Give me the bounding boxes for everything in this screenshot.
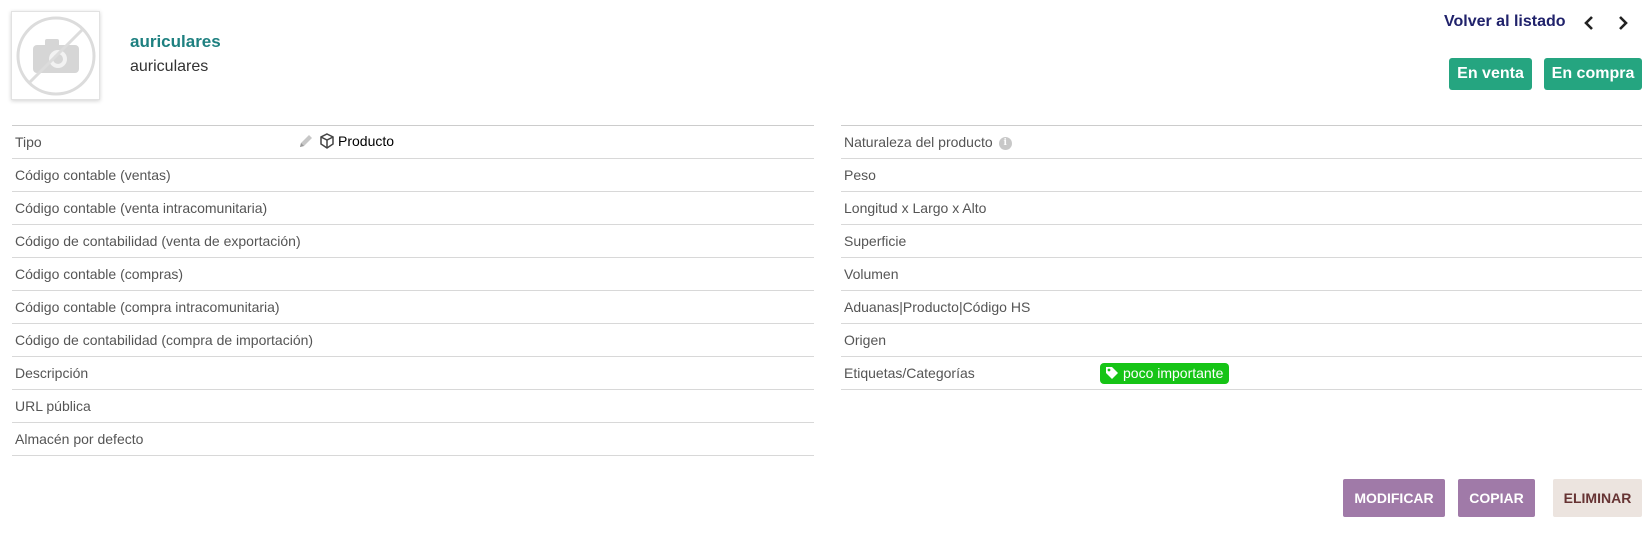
status-buy-button[interactable]: En compra: [1544, 58, 1642, 90]
field-label: Naturaleza del producto: [844, 134, 993, 150]
field-label: Código contable (compras): [15, 266, 184, 282]
field-row-type: Tipo Producto: [12, 126, 814, 159]
pencil-edit-icon[interactable]: [298, 133, 314, 149]
field-row-nature: Naturaleza del producto i: [841, 126, 1642, 159]
field-label: Tipo: [15, 134, 42, 150]
field-label: Volumen: [844, 266, 899, 282]
chevron-right-icon: [1619, 16, 1628, 30]
field-label: Almacén por defecto: [15, 431, 144, 447]
type-value: Producto: [338, 133, 395, 149]
field-row-accountancy-sell-export: Código de contabilidad (venta de exporta…: [12, 225, 814, 258]
back-to-list-link[interactable]: Volver al listado: [1444, 13, 1566, 31]
field-label: Origen: [844, 332, 887, 348]
field-row-customs-code: Aduanas|Producto|Código HS: [841, 291, 1642, 324]
field-label: Código contable (venta intracomunitaria): [15, 200, 268, 216]
field-value-type: Producto: [298, 133, 394, 149]
product-cube-icon: [320, 133, 334, 149]
field-label: Peso: [844, 167, 876, 183]
field-row-accountancy-buy-intra: Código contable (compra intracomunitaria…: [12, 291, 814, 324]
field-label: Código de contabilidad (venta de exporta…: [15, 233, 301, 249]
next-record-button[interactable]: [1612, 12, 1634, 34]
product-photo-placeholder: [11, 11, 100, 100]
right-field-table: Naturaleza del producto i Peso Longitud x…: [841, 125, 1642, 390]
delete-button[interactable]: ELIMINAR: [1553, 479, 1642, 517]
status-sell-button[interactable]: En venta: [1449, 58, 1532, 90]
field-label: URL pública: [15, 398, 91, 414]
category-tag-label: poco importante: [1123, 365, 1224, 381]
field-row-volume: Volumen: [841, 258, 1642, 291]
field-row-public-url: URL pública: [12, 390, 814, 423]
field-row-surface: Superficie: [841, 225, 1642, 258]
field-row-weight: Peso: [841, 159, 1642, 192]
field-row-default-warehouse: Almacén por defecto: [12, 423, 814, 456]
copy-button[interactable]: COPIAR: [1458, 479, 1535, 517]
field-label: Etiquetas/Categorías: [844, 365, 975, 381]
field-label: Longitud x Largo x Alto: [844, 200, 987, 216]
field-row-description: Descripción: [12, 357, 814, 390]
field-row-tags: Etiquetas/Categorías poco importante: [841, 357, 1642, 390]
field-label: Código contable (compra intracomunitaria…: [15, 299, 280, 315]
field-label: Descripción: [15, 365, 89, 381]
field-row-origin: Origen: [841, 324, 1642, 357]
field-label: Código contable (ventas): [15, 167, 171, 183]
field-row-accountancy-buy-import: Código de contabilidad (compra de import…: [12, 324, 814, 357]
modify-button[interactable]: MODIFICAR: [1343, 479, 1445, 517]
field-row-accountancy-sell-intra: Código contable (venta intracomunitaria): [12, 192, 814, 225]
field-row-accountancy-buy: Código contable (compras): [12, 258, 814, 291]
product-ref-link[interactable]: auriculares: [130, 32, 221, 52]
left-field-table: Tipo Producto Código contable (ventas) C…: [12, 125, 814, 456]
field-label: Superficie: [844, 233, 907, 249]
info-icon[interactable]: i: [998, 136, 1012, 150]
tag-icon: [1106, 367, 1118, 379]
field-row-dimensions: Longitud x Largo x Alto: [841, 192, 1642, 225]
previous-record-button[interactable]: [1578, 12, 1600, 34]
field-row-accountancy-sell: Código contable (ventas): [12, 159, 814, 192]
field-label: Aduanas|Producto|Código HS: [844, 299, 1031, 315]
no-photo-icon: [16, 16, 95, 95]
chevron-left-icon: [1584, 16, 1593, 30]
field-label: Código de contabilidad (compra de import…: [15, 332, 314, 348]
category-tag[interactable]: poco importante: [1100, 363, 1230, 384]
product-label: auriculares: [130, 58, 209, 75]
